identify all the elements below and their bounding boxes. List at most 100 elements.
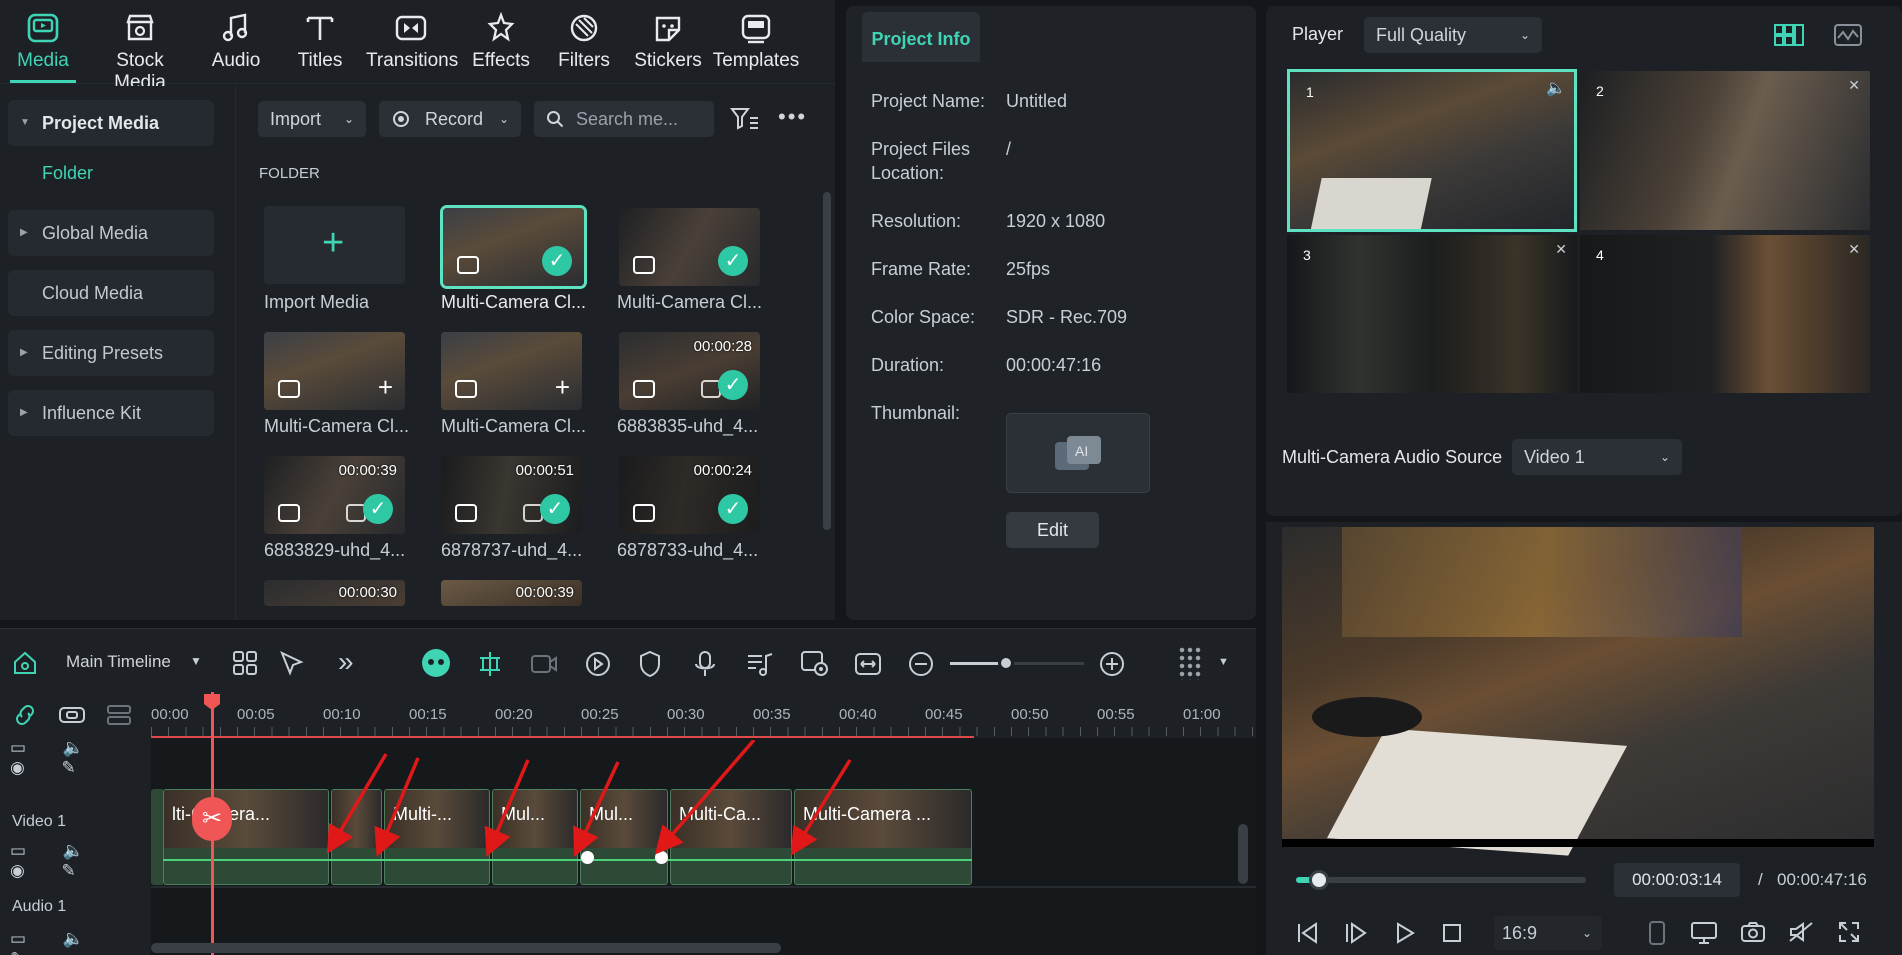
filter-sort-icon[interactable] [730,106,760,132]
zoom-slider-knob[interactable] [998,655,1014,671]
project-name-value: Untitled [1006,91,1068,111]
media-item-thumbnail[interactable]: 00:00:24 ✓ [619,456,760,534]
media-item-thumbnail[interactable]: ✓ [619,208,760,286]
select-cursor-icon[interactable] [278,650,306,676]
tab-stickers[interactable]: Stickers [632,12,704,80]
aspect-ratio-select[interactable]: 16:9 ⌄ [1494,916,1602,950]
tab-project-info[interactable]: Project Info [862,12,980,62]
duration-badge: 00:00:30 [338,584,397,601]
speed-icon[interactable] [584,650,612,678]
record-button[interactable]: Record ⌄ [379,101,521,137]
current-time-display[interactable]: 00:00:03:14 [1614,863,1740,897]
previous-frame-icon[interactable] [1296,922,1320,944]
timeline-vertical-scrollbar[interactable] [1238,824,1248,884]
tab-media[interactable]: Media [10,12,76,80]
tab-label: Audio [211,50,261,71]
sidebar-item-editing-presets[interactable]: ▶ Editing Presets [8,330,214,376]
import-media-tile[interactable]: + [264,206,405,284]
sidebar-item-influence-kit[interactable]: ▶ Influence Kit [8,390,214,436]
camera-view-1[interactable]: 1 🔈 [1287,69,1577,232]
playhead-handle[interactable] [202,692,222,712]
audio-off-icon[interactable]: ✕ [1555,241,1567,258]
ai-copilot-icon[interactable] [420,647,452,679]
fullscreen-icon[interactable] [1838,921,1860,943]
quality-select[interactable]: Full Quality ⌄ [1364,17,1542,53]
audio-source-select[interactable]: Video 1 ⌄ [1512,439,1682,475]
sidebar-item-cloud-media[interactable]: Cloud Media [8,270,214,316]
camera-view-4[interactable]: 4 ✕ [1580,235,1870,393]
sidebar-item-folder[interactable]: Folder [8,150,214,196]
media-item-thumbnail[interactable]: + [264,332,405,410]
more-tools-icon[interactable]: » [338,646,354,678]
play-step-icon[interactable] [1344,922,1368,944]
audio-off-icon[interactable]: ✕ [1848,77,1860,94]
snapshot-icon[interactable] [1740,921,1766,943]
display-icon[interactable] [1690,921,1718,945]
snap-magnet-icon[interactable] [476,650,504,678]
timeline-name[interactable]: Main Timeline [66,652,171,672]
tab-filters[interactable]: Filters [552,12,616,80]
sidebar-item-project-media[interactable]: ▼ Project Media [8,100,214,146]
volume-mute-icon[interactable] [1788,921,1814,943]
home-icon[interactable] [12,651,38,675]
tab-stock-media[interactable]: Stock Media [88,12,192,93]
video-preview[interactable] [1282,527,1874,856]
media-item-thumbnail[interactable]: 00:00:28 ✓ [619,332,760,410]
music-list-icon[interactable] [746,650,774,678]
annotation-arrow [573,761,620,857]
media-item-thumbnail[interactable]: 00:00:39 ✓ [264,456,405,534]
add-camera-icon[interactable] [530,650,558,676]
tab-audio[interactable]: Audio [206,12,266,80]
grid-view-icon[interactable] [1774,24,1804,46]
tab-effects[interactable]: Effects [468,12,534,80]
play-icon[interactable] [1394,922,1416,944]
audio-track-controls[interactable]: ▭ 🔈 ✎ [10,929,150,955]
stickers-icon [655,16,681,42]
media-item-thumbnail[interactable]: 00:00:30 [264,580,405,606]
shield-icon[interactable] [638,650,662,678]
phone-preview-icon[interactable] [1648,921,1666,945]
microphone-icon[interactable] [694,650,716,678]
layout-grid-icon[interactable] [232,650,258,676]
media-item-label: Multi-Camera Cl... [264,416,410,436]
camera-view-3[interactable]: 3 ✕ [1287,235,1577,393]
audio-off-icon[interactable]: ✕ [1848,241,1860,258]
video-track-label: Video 1 [12,813,66,830]
import-button[interactable]: Import ⌄ [258,101,366,137]
resolution-label: Resolution: [871,211,962,231]
tab-templates[interactable]: Templates [712,12,800,80]
media-item-thumbnail[interactable]: 00:00:39 [441,580,582,606]
waveform-icon[interactable] [1834,24,1862,46]
media-scrollbar[interactable] [823,192,831,530]
track-controls-top[interactable]: ▭ 🔈 ◉ ✎ [10,738,150,777]
tab-titles[interactable]: Titles [290,12,350,80]
caret-down-icon[interactable]: ▼ [190,654,202,668]
edit-thumbnail-button[interactable]: Edit [1006,512,1099,548]
timeline-clip[interactable]: lti-Camera... [163,789,329,885]
stock-media-icon [126,14,154,41]
media-item-thumbnail[interactable]: ✓ [440,205,587,289]
playback-progress-track[interactable] [1296,877,1586,883]
camera-view-2[interactable]: 2 ✕ [1580,71,1870,230]
split-scissors-icon[interactable]: ✂ [192,797,232,841]
timeline-horizontal-scrollbar[interactable] [151,943,781,953]
sidebar-item-global-media[interactable]: ▶ Global Media [8,210,214,256]
track-height-icon[interactable] [1178,646,1202,680]
zoom-in-icon[interactable] [1099,651,1125,677]
audio-icon [222,13,248,42]
preview-render-icon[interactable] [800,650,830,678]
audio-on-icon[interactable]: 🔈 [1546,78,1566,98]
caret-down-icon[interactable]: ▼ [1218,656,1229,668]
fit-width-icon[interactable] [854,650,882,678]
search-input[interactable]: Search me... [534,101,714,137]
stop-icon[interactable] [1442,923,1462,943]
more-options-icon[interactable]: ••• [778,104,807,130]
tab-transitions[interactable]: Transitions [366,12,458,80]
thumbnail-preview[interactable]: AI [1006,413,1150,493]
chevron-down-icon: ⌄ [1581,926,1592,940]
video-track-controls[interactable]: ▭ 🔈 ◉ ✎ [10,841,150,880]
zoom-out-icon[interactable] [908,651,934,677]
tab-label: Media [17,50,69,71]
media-item-thumbnail[interactable]: 00:00:51 ✓ [441,456,582,534]
media-item-thumbnail[interactable]: + [441,332,582,410]
